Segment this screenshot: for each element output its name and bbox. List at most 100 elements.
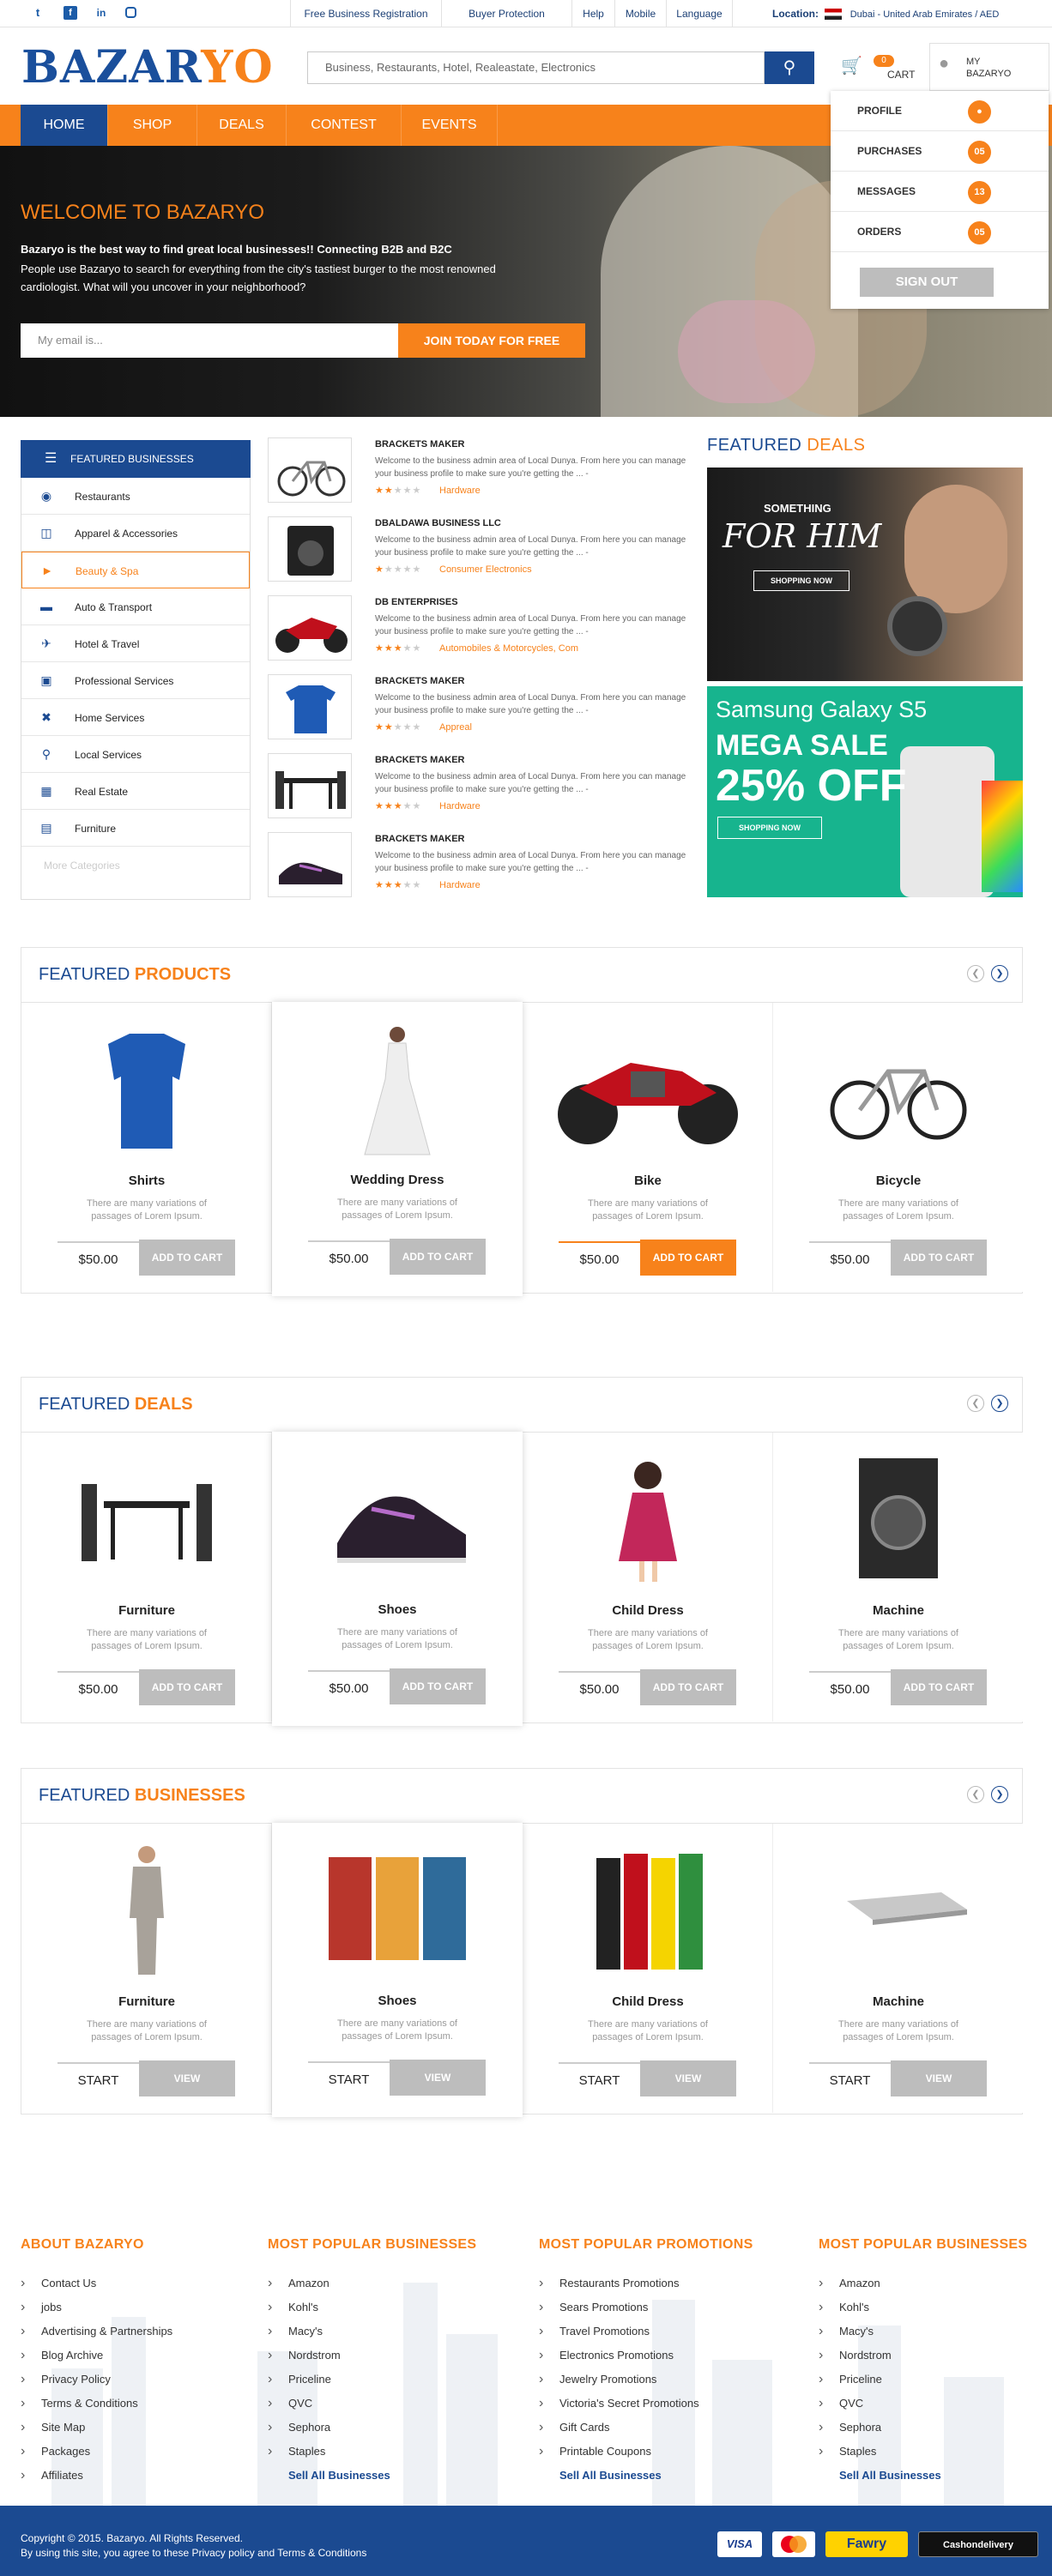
business-category[interactable]: Appreal xyxy=(439,722,472,733)
dropdown-messages[interactable]: MESSAGES 13 xyxy=(831,172,1049,212)
footer-link[interactable]: Nordstrom xyxy=(819,2344,1027,2368)
footer-link[interactable]: Macy's xyxy=(268,2320,476,2344)
business-category[interactable]: Hardware xyxy=(439,486,481,496)
footer-link[interactable]: Kohl's xyxy=(819,2295,1027,2320)
prev-arrow-icon[interactable]: ❮ xyxy=(967,965,984,982)
footer-link[interactable]: Jewelry Promotions xyxy=(539,2368,753,2392)
business-category[interactable]: Hardware xyxy=(439,801,481,811)
category-apparel[interactable]: ◫ Apparel & Accessories xyxy=(21,515,250,552)
join-button[interactable]: JOIN TODAY FOR FREE xyxy=(398,323,585,358)
product-card[interactable]: Shoes There are many variations of passa… xyxy=(272,1432,523,1726)
twitter-icon[interactable]: t xyxy=(31,6,45,20)
category-local-services[interactable]: ⚲ Local Services xyxy=(21,736,250,773)
footer-link[interactable]: Affiliates xyxy=(21,2464,172,2488)
nav-shop[interactable]: SHOP xyxy=(108,105,197,146)
dropdown-profile[interactable]: PROFILE ● xyxy=(831,91,1049,131)
next-arrow-icon[interactable]: ❯ xyxy=(991,1395,1008,1412)
business-item[interactable]: BRACKETS MAKER Welcome to the business a… xyxy=(268,753,697,822)
prev-arrow-icon[interactable]: ❮ xyxy=(967,1786,984,1803)
footer-link[interactable]: Site Map xyxy=(21,2416,172,2440)
add-to-cart-button[interactable]: ADD TO CART xyxy=(139,1240,235,1276)
next-arrow-icon[interactable]: ❯ xyxy=(991,1786,1008,1803)
banner2-shop-button[interactable]: SHOPPING NOW xyxy=(717,817,822,839)
link-free-business-registration[interactable]: Free Business Registration xyxy=(290,0,441,27)
galaxy-s5-banner[interactable]: Samsung Galaxy S5 MEGA SALE 25% OFF SHOP… xyxy=(707,686,1023,897)
logo[interactable]: BAZARYO xyxy=(21,38,274,98)
category-auto-transport[interactable]: ▬ Auto & Transport xyxy=(21,588,250,625)
product-card[interactable]: Child Dress There are many variations of… xyxy=(523,1433,773,1722)
dropdown-orders[interactable]: ORDERS 05 xyxy=(831,212,1049,252)
see-all-link[interactable]: Sell All Businesses xyxy=(819,2464,1027,2488)
view-button[interactable]: VIEW xyxy=(139,2060,235,2096)
add-to-cart-button[interactable]: ADD TO CART xyxy=(390,1668,486,1704)
nav-deals[interactable]: DEALS xyxy=(197,105,287,146)
footer-link[interactable]: Priceline xyxy=(819,2368,1027,2392)
product-card[interactable]: Furniture There are many variations of p… xyxy=(21,1433,272,1722)
product-card[interactable]: Machine There are many variations of pas… xyxy=(773,1433,1024,1722)
nav-contest[interactable]: CONTEST xyxy=(287,105,402,146)
footer-link[interactable]: Victoria's Secret Promotions xyxy=(539,2392,753,2416)
footer-link[interactable]: Staples xyxy=(268,2440,476,2464)
next-arrow-icon[interactable]: ❯ xyxy=(991,965,1008,982)
product-card[interactable]: Bicycle There are many variations of pas… xyxy=(773,1003,1024,1292)
footer-link[interactable]: Priceline xyxy=(268,2368,476,2392)
facebook-icon[interactable]: f xyxy=(63,6,77,20)
footer-link[interactable]: Advertising & Partnerships xyxy=(21,2320,172,2344)
add-to-cart-button[interactable]: ADD TO CART xyxy=(390,1239,486,1275)
nav-home[interactable]: HOME xyxy=(21,105,108,146)
footer-link[interactable]: Gift Cards xyxy=(539,2416,753,2440)
link-language[interactable]: Language xyxy=(666,0,733,27)
category-real-estate[interactable]: ▦ Real Estate xyxy=(21,773,250,810)
add-to-cart-button[interactable]: ADD TO CART xyxy=(640,1240,736,1276)
business-category[interactable]: Automobiles & Motorcycles, Com xyxy=(439,643,578,654)
business-category[interactable]: Consumer Electronics xyxy=(439,564,532,575)
email-input[interactable]: My email is... xyxy=(21,323,398,358)
category-home-services[interactable]: ✖ Home Services xyxy=(21,699,250,736)
instagram-icon[interactable] xyxy=(125,7,136,18)
banner-shop-button[interactable]: SHOPPING NOW xyxy=(753,570,849,591)
business-item[interactable]: DB ENTERPRISES Welcome to the business a… xyxy=(268,595,697,664)
linkedin-icon[interactable]: in xyxy=(94,6,108,20)
category-beauty-spa[interactable]: ► Beauty & Spa xyxy=(21,552,250,588)
footer-link[interactable]: Restaurants Promotions xyxy=(539,2271,753,2295)
add-to-cart-button[interactable]: ADD TO CART xyxy=(891,1669,987,1705)
footer-link[interactable]: Staples xyxy=(819,2440,1027,2464)
category-furniture[interactable]: ▤ Furniture xyxy=(21,810,250,847)
footer-link[interactable]: jobs xyxy=(21,2295,172,2320)
business-card[interactable]: Machine There are many variations of pas… xyxy=(773,1824,1024,2113)
category-professional[interactable]: ▣ Professional Services xyxy=(21,662,250,699)
category-hotel-travel[interactable]: ✈ Hotel & Travel xyxy=(21,625,250,662)
link-buyer-protection[interactable]: Buyer Protection xyxy=(441,0,571,27)
business-item[interactable]: DBALDAWA BUSINESS LLC Welcome to the bus… xyxy=(268,516,697,585)
search-button[interactable]: ⚲ xyxy=(765,51,814,84)
add-to-cart-button[interactable]: ADD TO CART xyxy=(891,1240,987,1276)
link-mobile[interactable]: Mobile xyxy=(614,0,666,27)
footer-link[interactable]: QVC xyxy=(819,2392,1027,2416)
footer-link[interactable]: Electronics Promotions xyxy=(539,2344,753,2368)
business-card[interactable]: Shoes There are many variations of passa… xyxy=(272,1823,523,2117)
view-button[interactable]: VIEW xyxy=(390,2060,486,2096)
footer-link[interactable]: Printable Coupons xyxy=(539,2440,753,2464)
footer-link[interactable]: Contact Us xyxy=(21,2271,172,2295)
sign-out-button[interactable]: SIGN OUT xyxy=(860,268,994,297)
business-card[interactable]: Furniture There are many variations of p… xyxy=(21,1824,272,2113)
footer-link[interactable]: Kohl's xyxy=(268,2295,476,2320)
footer-link[interactable]: Sears Promotions xyxy=(539,2295,753,2320)
search-input[interactable]: Business, Restaurants, Hotel, Realeastat… xyxy=(307,51,765,84)
business-item[interactable]: BRACKETS MAKER Welcome to the business a… xyxy=(268,674,697,743)
see-all-link[interactable]: Sell All Businesses xyxy=(539,2464,753,2488)
footer-link[interactable]: Privacy Policy xyxy=(21,2368,172,2392)
prev-arrow-icon[interactable]: ❮ xyxy=(967,1395,984,1412)
add-to-cart-button[interactable]: ADD TO CART xyxy=(640,1669,736,1705)
footer-link[interactable]: Amazon xyxy=(268,2271,476,2295)
see-all-link[interactable]: Sell All Businesses xyxy=(268,2464,476,2488)
footer-link[interactable]: Terms & Conditions xyxy=(21,2392,172,2416)
business-card[interactable]: Child Dress There are many variations of… xyxy=(523,1824,773,2113)
product-card[interactable]: Wedding Dress There are many variations … xyxy=(272,1002,523,1296)
for-him-banner[interactable]: SOMETHING FOR HIM SHOPPING NOW xyxy=(707,468,1023,681)
footer-link[interactable]: Amazon xyxy=(819,2271,1027,2295)
cart-button[interactable]: 🛒 0 CART xyxy=(839,50,916,87)
my-bazaryo-button[interactable]: ● MY BAZARYO xyxy=(929,43,1049,91)
footer-link[interactable]: Nordstrom xyxy=(268,2344,476,2368)
footer-link[interactable]: QVC xyxy=(268,2392,476,2416)
